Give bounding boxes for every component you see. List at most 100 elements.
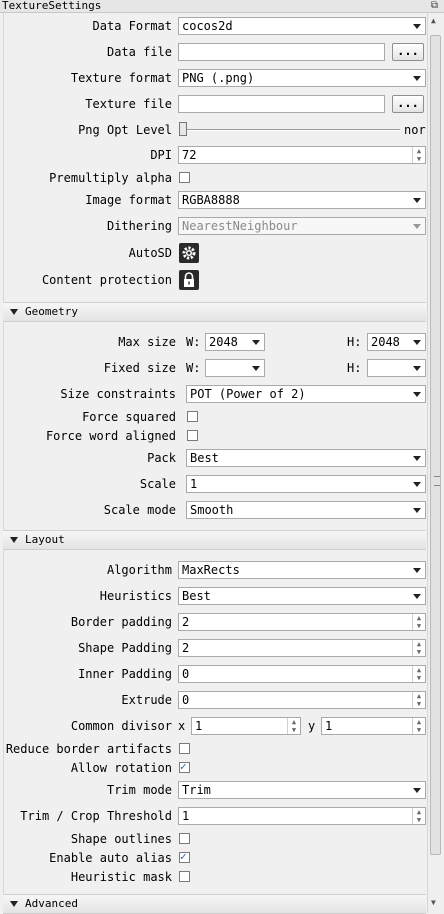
scale-value: 1: [190, 477, 198, 491]
row-dithering: Dithering: [0, 214, 172, 238]
data-format-select[interactable]: cocos2d: [178, 17, 426, 35]
dpi-label: DPI: [150, 148, 172, 162]
row-scale: Scale: [0, 472, 176, 496]
vertical-scrollbar[interactable]: ▲ ▼: [427, 13, 442, 913]
spin-arrows-icon[interactable]: ▲ ▼: [412, 147, 425, 163]
inner-padding-value: 0: [182, 667, 190, 681]
data-format-label: Data Format: [92, 19, 172, 33]
scale-select[interactable]: 1: [186, 475, 426, 493]
chevron-down-icon: [413, 224, 421, 229]
spin-arrows-icon[interactable]: ▲ ▼: [412, 666, 425, 682]
section-layout-header[interactable]: Layout: [3, 530, 426, 550]
extrude-value: 0: [182, 693, 190, 707]
spin-arrows-icon[interactable]: ▲ ▼: [412, 614, 425, 630]
row-force-word-aligned: Force word aligned: [0, 424, 176, 448]
image-format-value: RGBA8888: [182, 193, 240, 207]
shape-padding-spinbox[interactable]: 2 ▲ ▼: [178, 639, 426, 657]
spin-arrows-icon[interactable]: ▲ ▼: [287, 718, 300, 734]
force-squared-checkbox[interactable]: [187, 411, 198, 422]
border-padding-label: Border padding: [70, 615, 172, 629]
autosd-label: AutoSD: [128, 246, 172, 260]
row-trim-threshold: Trim / Crop Threshold: [0, 804, 172, 828]
row-autosd: AutoSD: [0, 241, 172, 265]
grip-icon: [434, 476, 440, 486]
spin-arrows-icon[interactable]: ▲ ▼: [412, 692, 425, 708]
spin-arrows-icon[interactable]: ▲ ▼: [412, 640, 425, 656]
row-size-constraints: Size constraints: [0, 382, 176, 406]
heuristics-select[interactable]: Best: [178, 587, 426, 605]
row-heuristics: Heuristics: [0, 584, 172, 608]
heuristic-mask-checkbox[interactable]: [179, 871, 190, 882]
chevron-down-icon: [413, 392, 421, 397]
trim-mode-select[interactable]: Trim: [178, 781, 426, 799]
extrude-spinbox[interactable]: 0 ▲ ▼: [178, 691, 426, 709]
texture-file-browse-button[interactable]: ...: [392, 95, 424, 113]
collapse-triangle-icon: [10, 537, 18, 543]
spin-arrows-icon[interactable]: ▲ ▼: [412, 718, 425, 734]
common-divisor-y-spinbox[interactable]: 1 ▲ ▼: [321, 717, 426, 735]
max-size-label: Max size: [118, 335, 176, 349]
inner-padding-spinbox[interactable]: 0 ▲ ▼: [178, 665, 426, 683]
chevron-down-icon: [413, 456, 421, 461]
max-size-w-select[interactable]: 2048: [205, 333, 265, 351]
row-premultiply: Premultiply alpha: [0, 166, 172, 190]
data-format-value: cocos2d: [182, 19, 233, 33]
algorithm-select[interactable]: MaxRects: [178, 561, 426, 579]
size-constraints-label: Size constraints: [60, 387, 176, 401]
texture-format-select[interactable]: PNG (.png): [178, 69, 426, 87]
common-divisor-x-spinbox[interactable]: 1 ▲ ▼: [191, 717, 301, 735]
scroll-up-arrow-icon[interactable]: ▲: [431, 17, 439, 25]
section-geometry-header[interactable]: Geometry: [3, 302, 426, 322]
section-advanced-header[interactable]: Advanced: [3, 894, 426, 914]
image-format-label: Image format: [85, 193, 172, 207]
common-divisor-y-label: y: [308, 719, 316, 733]
row-content-protection: Content protection: [0, 268, 172, 292]
shape-outlines-checkbox[interactable]: [179, 833, 190, 844]
scale-label: Scale: [139, 477, 176, 491]
common-divisor-x-label: x: [178, 719, 186, 733]
trim-threshold-spinbox[interactable]: 1 ▲ ▼: [178, 807, 426, 825]
dithering-value: NearestNeighbour: [182, 219, 298, 233]
scroll-down-arrow-icon[interactable]: ▼: [431, 899, 439, 907]
algorithm-label: Algorithm: [106, 563, 172, 577]
dithering-select[interactable]: NearestNeighbour: [178, 217, 426, 235]
data-file-input[interactable]: [178, 43, 385, 61]
row-shape-padding: Shape Padding: [0, 636, 172, 660]
restore-icon[interactable]: ⧉: [431, 0, 438, 12]
collapse-triangle-icon: [10, 901, 18, 907]
pack-select[interactable]: Best: [186, 449, 426, 467]
allow-rotation-checkbox[interactable]: [179, 760, 190, 773]
border-padding-spinbox[interactable]: 2 ▲ ▼: [178, 613, 426, 631]
fixed-size-w-select[interactable]: [205, 359, 265, 377]
common-divisor-label: Common divisor: [70, 719, 172, 733]
chevron-down-icon: [413, 568, 421, 573]
max-size-h-select[interactable]: 2048: [367, 333, 426, 351]
png-opt-slider-thumb[interactable]: [179, 122, 187, 136]
layout-title: Layout: [25, 533, 65, 546]
chevron-down-icon: [413, 594, 421, 599]
border-padding-value: 2: [182, 615, 190, 629]
data-file-browse-button[interactable]: ...: [392, 43, 424, 61]
size-constraints-value: POT (Power of 2): [190, 387, 306, 401]
scroll-thumb[interactable]: [430, 35, 441, 855]
texture-file-input[interactable]: [178, 95, 385, 113]
data-file-label: Data file: [106, 45, 172, 59]
force-word-aligned-checkbox[interactable]: [187, 430, 198, 441]
fixed-size-label: Fixed size: [103, 361, 176, 375]
gear-icon[interactable]: [179, 243, 199, 263]
spin-arrows-icon[interactable]: ▲ ▼: [412, 808, 425, 824]
row-heuristic-mask: Heuristic mask: [0, 865, 172, 889]
png-opt-slider-track[interactable]: [182, 129, 400, 131]
premultiply-checkbox[interactable]: [179, 172, 190, 183]
algorithm-value: MaxRects: [182, 563, 240, 577]
fixed-size-h-select[interactable]: [367, 359, 426, 377]
allow-rotation-label: Allow rotation: [70, 761, 172, 775]
size-constraints-select[interactable]: POT (Power of 2): [186, 385, 426, 403]
image-format-select[interactable]: RGBA8888: [178, 191, 426, 209]
dpi-spinbox[interactable]: 72 ▲ ▼: [178, 146, 426, 164]
reduce-border-checkbox[interactable]: [179, 743, 190, 754]
lock-icon[interactable]: [179, 270, 199, 290]
chevron-down-icon: [413, 366, 421, 371]
scale-mode-select[interactable]: Smooth: [186, 501, 426, 519]
auto-alias-checkbox[interactable]: [179, 850, 190, 863]
